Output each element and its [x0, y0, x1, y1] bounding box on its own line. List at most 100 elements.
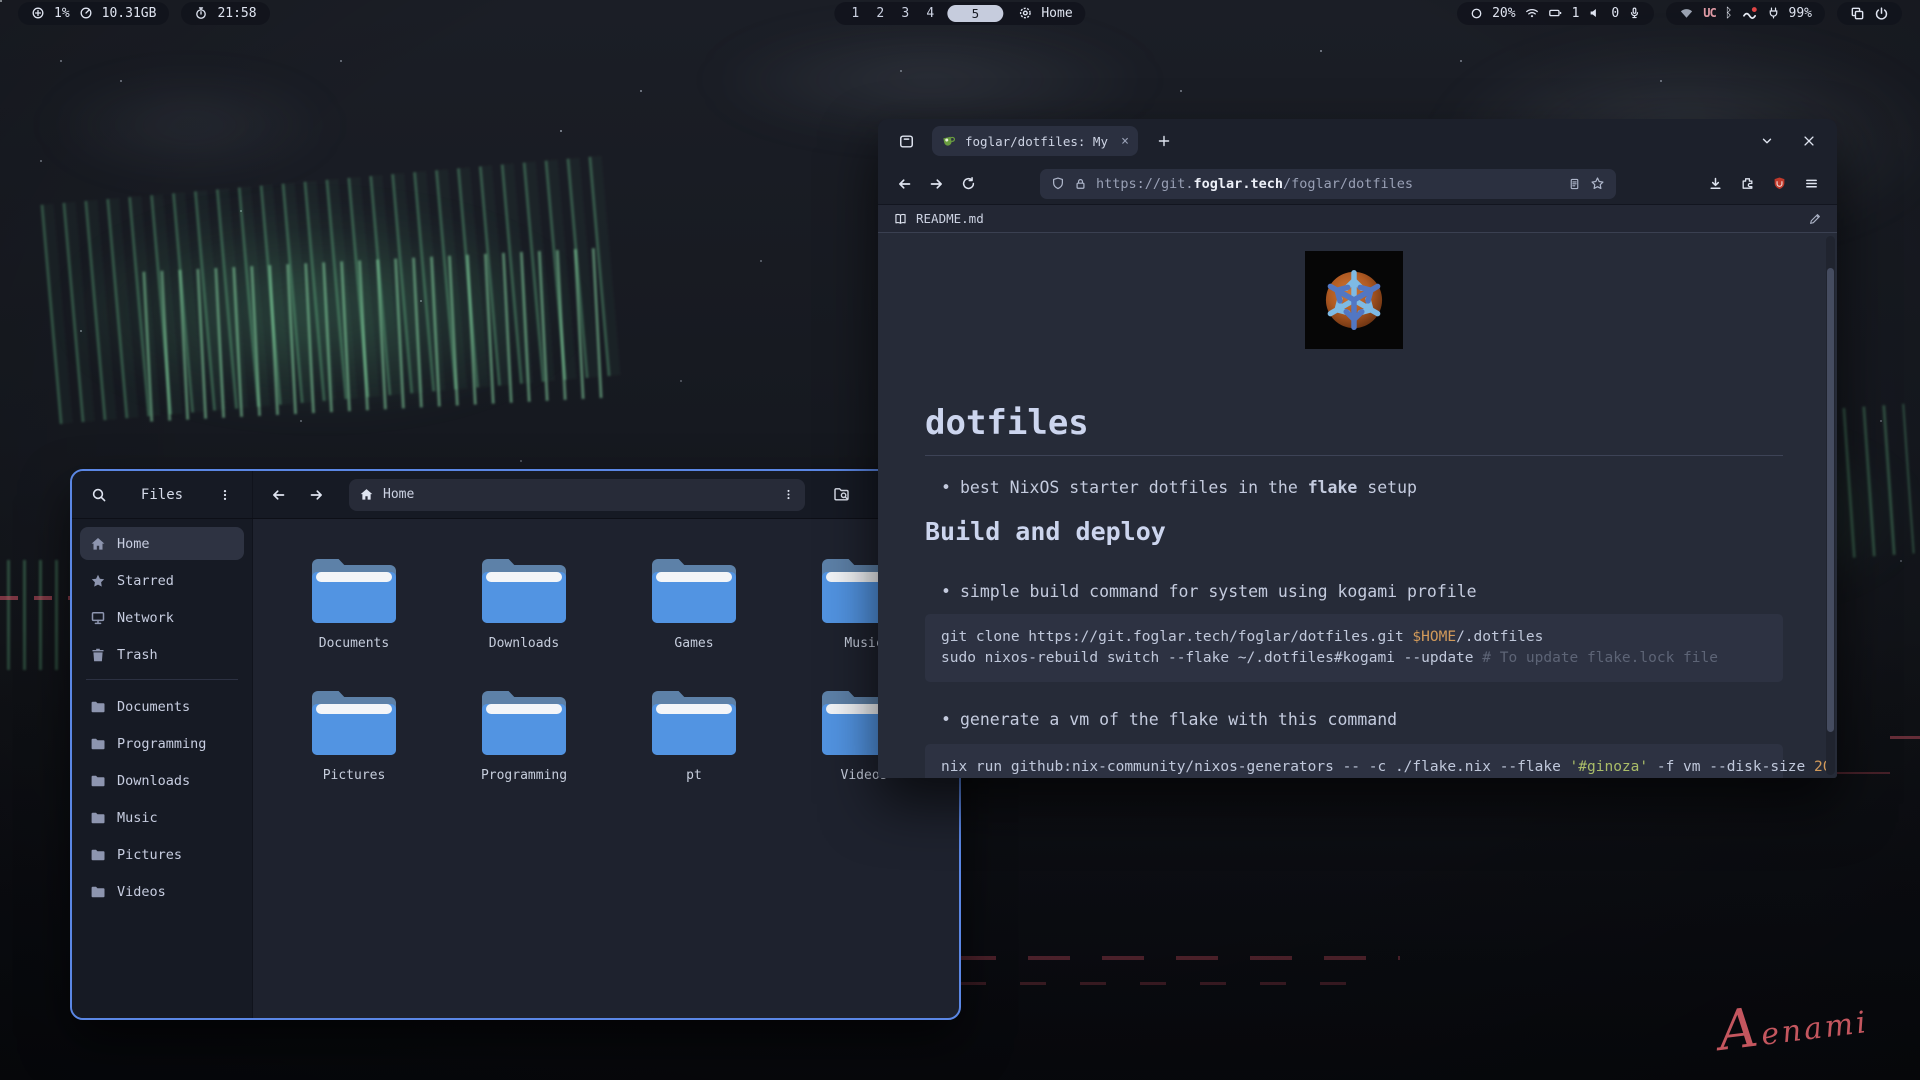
- scrollbar-track[interactable]: [1826, 236, 1835, 775]
- menu-button[interactable]: [1795, 168, 1827, 200]
- code-block-build[interactable]: git clone https://git.foglar.tech/foglar…: [925, 614, 1783, 682]
- sidebar-item-label: Home: [117, 536, 150, 552]
- section-heading: Build and deploy: [925, 516, 1783, 548]
- sidebar-item-documents[interactable]: Documents: [80, 690, 244, 723]
- workspace-3[interactable]: 3: [897, 6, 913, 21]
- intro-bold-text: flake: [1308, 478, 1358, 497]
- nixos-planet-logo: [1305, 251, 1403, 349]
- url-bar[interactable]: https://git.foglar.tech/foglar/dotfiles: [1040, 169, 1616, 199]
- edit-pencil-icon[interactable]: [1808, 212, 1822, 226]
- screenshot-icon[interactable]: [1850, 6, 1865, 21]
- sidebar-item-label: Programming: [117, 736, 206, 752]
- close-window-button[interactable]: [1793, 125, 1825, 157]
- gear-icon: [1018, 6, 1032, 20]
- sidebar-item-trash[interactable]: Trash: [80, 638, 244, 671]
- microphone-icon[interactable]: [1628, 6, 1641, 20]
- home-icon: [359, 487, 374, 502]
- folder-label: Programming: [481, 768, 567, 783]
- reader-view-icon[interactable]: [1568, 177, 1581, 191]
- folder-tile-pictures[interactable]: Pictures: [312, 691, 396, 799]
- folder-icon: [652, 559, 736, 623]
- folder-icon: [312, 691, 396, 755]
- workspace-1[interactable]: 1: [847, 6, 863, 21]
- folder-tile-games[interactable]: Games: [652, 559, 736, 667]
- code-text: -f vm --disk-size: [1648, 759, 1814, 775]
- battery-icon[interactable]: [1548, 6, 1563, 20]
- browser-window: foglar/dotfiles: My ×: [878, 119, 1837, 778]
- url-scheme: https://git.: [1096, 176, 1194, 192]
- tray-uc-icon[interactable]: UC: [1703, 6, 1715, 20]
- sidebar-item-music[interactable]: Music: [80, 801, 244, 834]
- folder-tile-documents[interactable]: Documents: [312, 559, 396, 667]
- folder-icon: [482, 691, 566, 755]
- forward-button[interactable]: [301, 480, 331, 510]
- files-app-menu-button[interactable]: [210, 480, 240, 510]
- folder-tile-pt[interactable]: pt: [652, 691, 736, 799]
- files-toolbar: Home: [253, 471, 959, 518]
- notification-wave-icon[interactable]: [1742, 6, 1758, 21]
- code-block-vm[interactable]: nix run github:nix-community/nixos-gener…: [925, 744, 1783, 778]
- search-icon: [91, 487, 107, 503]
- sidebar-item-network[interactable]: Network: [80, 601, 244, 634]
- bookmark-star-icon[interactable]: [1590, 176, 1605, 191]
- download-icon: [1708, 176, 1723, 191]
- sidebar-item-label: Pictures: [117, 847, 182, 863]
- sidebar-item-downloads[interactable]: Downloads: [80, 764, 244, 797]
- lock-icon[interactable]: [1074, 177, 1087, 191]
- folder-label: Downloads: [489, 636, 559, 651]
- close-icon: [1802, 134, 1816, 148]
- folder-search-button[interactable]: [827, 480, 857, 510]
- path-location-label: Home: [383, 487, 414, 502]
- nav-forward-button[interactable]: [920, 168, 952, 200]
- downloads-button[interactable]: [1699, 168, 1731, 200]
- memory-gauge-icon: [79, 6, 93, 20]
- sidebar-item-home[interactable]: Home: [80, 527, 244, 560]
- files-body: Home Starred Network: [72, 519, 959, 1018]
- bluetooth-icon[interactable]: ᛒ: [1725, 6, 1733, 21]
- list-all-tabs-button[interactable]: [1751, 125, 1783, 157]
- back-button[interactable]: [263, 480, 293, 510]
- power-icon[interactable]: [1874, 6, 1889, 21]
- sidebar-item-label: Videos: [117, 884, 166, 900]
- workspace-2[interactable]: 2: [872, 6, 888, 21]
- folder-label: Documents: [319, 636, 389, 651]
- search-button[interactable]: [84, 480, 114, 510]
- browser-tab-active[interactable]: foglar/dotfiles: My ×: [932, 126, 1138, 156]
- code-text: nix run github:nix-community/nixos-gener…: [941, 759, 1570, 775]
- plus-icon: [1157, 134, 1171, 148]
- wifi-icon[interactable]: [1525, 6, 1539, 20]
- brightness-icon[interactable]: [1470, 7, 1483, 20]
- tray-wifi-icon[interactable]: [1679, 6, 1694, 20]
- ublock-origin-button[interactable]: [1763, 168, 1795, 200]
- path-menu-kebab-icon[interactable]: [782, 487, 795, 502]
- sidebar-item-programming[interactable]: Programming: [80, 727, 244, 760]
- firefox-view-button[interactable]: [890, 125, 922, 157]
- workspace-5-active[interactable]: 5: [947, 5, 1003, 22]
- tab-close-icon[interactable]: ×: [1121, 134, 1129, 149]
- workspace-4[interactable]: 4: [922, 6, 938, 21]
- path-bar[interactable]: Home: [349, 479, 805, 511]
- speaker-icon[interactable]: [1588, 6, 1602, 20]
- sidebar-item-pictures[interactable]: Pictures: [80, 838, 244, 871]
- cpu-icon: [31, 6, 45, 20]
- sidebar-item-starred[interactable]: Starred: [80, 564, 244, 597]
- arrow-left-icon: [896, 176, 913, 192]
- sidebar-item-label: Network: [117, 610, 174, 626]
- gitea-favicon: [941, 133, 957, 149]
- topbar-left-group: 1% 10.31GB 21:58: [18, 2, 270, 25]
- reload-button[interactable]: [952, 168, 984, 200]
- folder-tile-programming[interactable]: Programming: [481, 691, 567, 799]
- extensions-button[interactable]: [1731, 168, 1763, 200]
- nav-back-button[interactable]: [888, 168, 920, 200]
- desktop: Aenami 1% 10.31GB 21:58: [0, 0, 1920, 1080]
- folder-tile-downloads[interactable]: Downloads: [482, 559, 566, 667]
- tracking-shield-icon[interactable]: [1051, 176, 1065, 191]
- folder-label: Games: [674, 636, 713, 651]
- clock-value: 21:58: [217, 6, 256, 21]
- scrollbar-thumb[interactable]: [1827, 268, 1834, 732]
- power-plug-icon: [1767, 6, 1780, 20]
- extensions-icon: [1740, 176, 1755, 191]
- files-window: Files: [70, 469, 961, 1020]
- sidebar-item-videos[interactable]: Videos: [80, 875, 244, 908]
- new-tab-button[interactable]: [1148, 125, 1180, 157]
